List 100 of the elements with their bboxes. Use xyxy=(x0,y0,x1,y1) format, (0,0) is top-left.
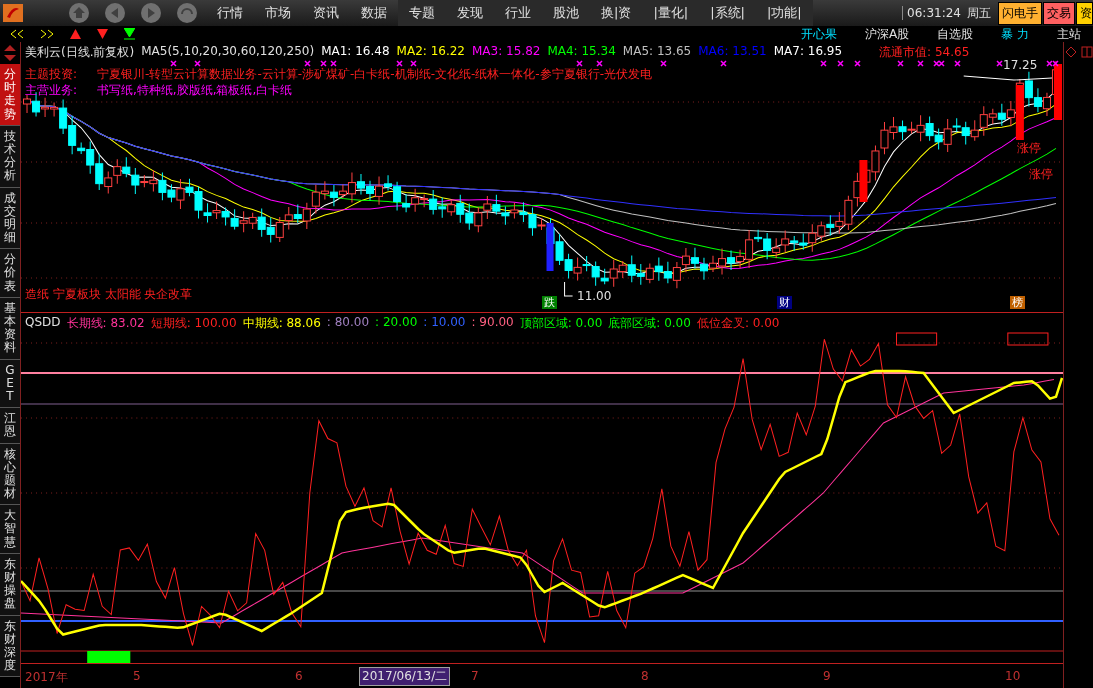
sidebar-tab[interactable]: 基本资料 xyxy=(0,297,20,360)
candlestick xyxy=(781,230,790,253)
candlestick xyxy=(492,194,501,215)
indicator-value: 低位金叉: 0.00 xyxy=(696,315,780,332)
limit-up-label: 涨停 xyxy=(1029,166,1053,183)
candlestick xyxy=(880,121,889,155)
market-link[interactable]: 自选股 xyxy=(937,25,974,43)
menu-item[interactable]: |功能| xyxy=(755,0,813,26)
candlestick xyxy=(1006,100,1015,127)
sidebar-tab[interactable]: 东财操盘 xyxy=(0,553,20,616)
candlestick xyxy=(997,103,1006,127)
event-tag[interactable]: 跌 xyxy=(542,296,557,309)
double-left-chevron-icon[interactable] xyxy=(10,29,24,39)
candlestick xyxy=(555,233,564,266)
menu-item[interactable]: 市场 xyxy=(254,0,302,26)
candlestick xyxy=(826,214,835,237)
double-right-chevron-icon[interactable] xyxy=(40,29,54,39)
ma-value: MA1: 16.48 xyxy=(321,44,390,60)
ma-value: MA2: 16.22 xyxy=(396,44,465,60)
menu-item[interactable]: 资讯 xyxy=(302,0,350,26)
sidebar-tab[interactable]: 分价表 xyxy=(0,249,20,298)
diamond-icon[interactable] xyxy=(1064,46,1077,58)
indicator-value: : 10.00 xyxy=(423,315,466,331)
limit-up-candle xyxy=(1053,64,1062,120)
sidebar-tab[interactable]: 分时走势 xyxy=(0,64,20,126)
sidebar-tab[interactable]: 东财深度 xyxy=(0,615,20,678)
candlestick xyxy=(970,119,979,142)
sidebar-tab[interactable]: 大智慧 xyxy=(0,505,20,554)
sidebar-tab[interactable]: 江恩 xyxy=(0,408,20,444)
axis-label: 2017年 xyxy=(25,669,68,686)
event-tag[interactable]: 财 xyxy=(777,296,792,309)
menu-item[interactable]: 股池 xyxy=(542,0,590,26)
candlestick xyxy=(772,237,781,259)
candlestick xyxy=(564,253,573,280)
business-text: 书写纸,特种纸,胶版纸,箱板纸,白卡纸 xyxy=(97,82,293,99)
app-logo-icon[interactable] xyxy=(2,3,24,23)
toolbar-button[interactable]: 资 xyxy=(1076,1,1093,25)
limit-up-candle xyxy=(1015,85,1024,140)
limit-up-label: 涨停 xyxy=(1017,140,1041,157)
menu-item[interactable]: 专题 xyxy=(398,0,446,26)
menu-item[interactable]: 换|资 xyxy=(590,0,643,26)
up-triangle-icon[interactable] xyxy=(70,29,81,39)
candlestick xyxy=(889,116,898,140)
indicator-value: : 90.00 xyxy=(471,315,514,331)
candlestick xyxy=(483,195,492,220)
down-triangle-bar-icon[interactable] xyxy=(124,28,135,40)
menu-item[interactable]: 发现 xyxy=(446,0,494,26)
event-tag[interactable]: 榜 xyxy=(1010,296,1025,309)
back-icon[interactable] xyxy=(104,2,126,24)
sidebar-tab[interactable]: GET xyxy=(0,359,20,409)
market-link[interactable]: 开心果 xyxy=(800,25,837,43)
menu-item[interactable]: |量化| xyxy=(642,0,700,26)
down-triangle-icon[interactable] xyxy=(97,29,108,39)
market-link[interactable]: 沪深A股 xyxy=(864,25,910,43)
candlestick xyxy=(122,156,131,178)
ma-value: MA6: 13.51 xyxy=(698,44,767,60)
candlestick xyxy=(275,216,284,243)
signal-box xyxy=(1007,332,1049,346)
weekday: 周五 xyxy=(966,4,992,22)
menu-item[interactable]: |系统| xyxy=(699,0,756,26)
menu-item[interactable]: 行情 xyxy=(206,0,254,26)
market-link[interactable]: 暴 力 xyxy=(1001,25,1029,43)
candlestick xyxy=(212,201,221,220)
sidebar-tab[interactable]: 核心题材 xyxy=(0,443,20,506)
concept-tags: 造纸 宁夏板块 太阳能 央企改革 xyxy=(25,286,193,303)
market-link[interactable]: 主站 xyxy=(1057,25,1081,43)
candlestick xyxy=(465,202,474,231)
indicator-value: 中期线: 88.06 xyxy=(242,315,321,332)
axis-label: 6 xyxy=(295,669,303,683)
candlestick xyxy=(645,263,654,284)
toolbar-button[interactable]: 闪电手 xyxy=(998,1,1042,25)
refresh-icon[interactable] xyxy=(176,2,198,24)
forward-icon[interactable] xyxy=(140,2,162,24)
indicator-value: 短期线: 100.00 xyxy=(150,315,237,332)
candlestick xyxy=(690,247,699,270)
toolbar-button[interactable]: 交易 xyxy=(1043,1,1075,25)
market-cap: 流通市值: 54.65 xyxy=(879,44,970,61)
candlestick xyxy=(23,94,32,114)
candlestick xyxy=(925,116,934,142)
candlestick xyxy=(284,206,293,231)
indicator-value: : 20.00 xyxy=(375,315,418,331)
home-icon[interactable] xyxy=(68,2,90,24)
menu-item[interactable]: 数据 xyxy=(350,0,398,26)
candlestick xyxy=(699,257,708,281)
panel-toggle-icon[interactable] xyxy=(1080,46,1093,58)
candlestick xyxy=(293,204,302,224)
candlestick xyxy=(790,235,799,252)
sidebar-tab[interactable]: 成交明细 xyxy=(0,187,20,250)
ma-value: MA5: 13.65 xyxy=(622,44,692,60)
axis-label: 5 xyxy=(133,669,141,683)
ma-params: MA5(5,10,20,30,60,120,250) xyxy=(141,44,315,60)
candlestick xyxy=(438,196,447,219)
menu-item[interactable]: 行业 xyxy=(494,0,542,26)
axis-label: 10 xyxy=(1005,669,1021,683)
sidebar-tab[interactable]: 技术分析 xyxy=(0,125,20,188)
candlestick xyxy=(663,261,672,284)
axis-label: 8 xyxy=(641,669,649,683)
ma-value: MA4: 15.34 xyxy=(547,44,616,60)
candlestick xyxy=(636,263,645,286)
candlestick xyxy=(871,145,880,182)
